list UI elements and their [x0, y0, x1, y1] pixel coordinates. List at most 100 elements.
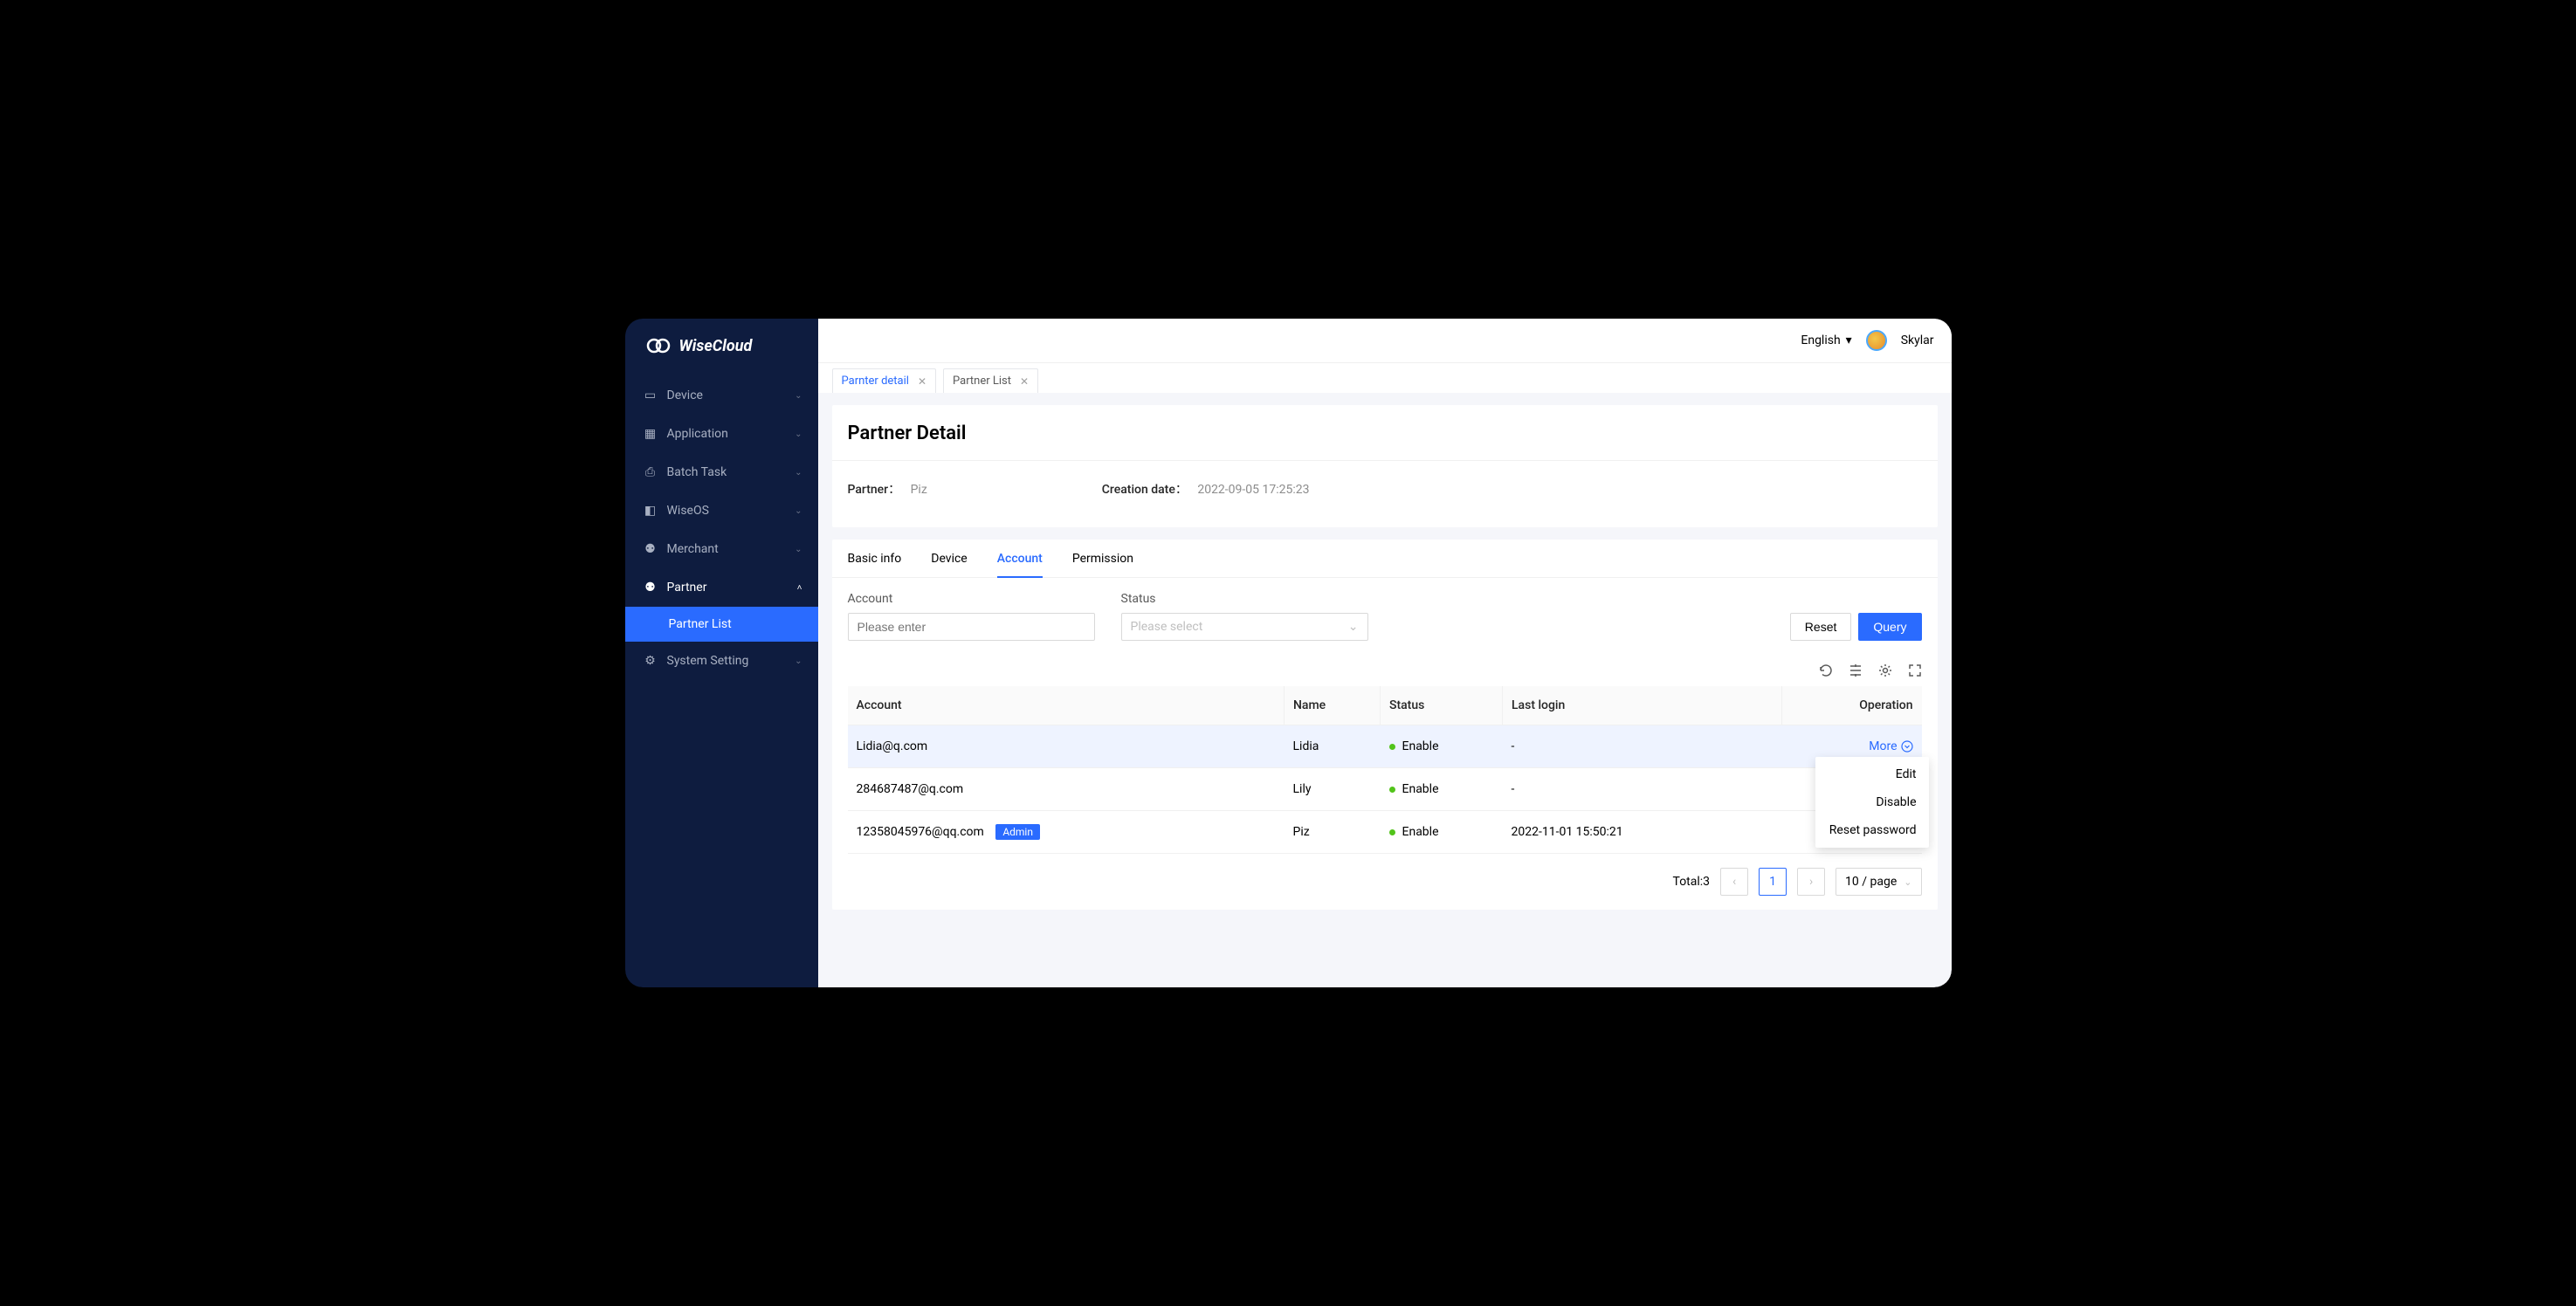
- account-input[interactable]: [848, 613, 1095, 641]
- task-icon: ⎙: [644, 466, 657, 478]
- table-row: 284687487@q.com Lily Enable -: [848, 768, 1922, 811]
- account-filter-label: Account: [848, 592, 1095, 606]
- detail-tab-account[interactable]: Account: [997, 552, 1043, 578]
- nav: ▭ Device ⌄ ▦ Application ⌄ ⎙ Batch Task …: [625, 371, 818, 987]
- cell-operation: [1782, 811, 1922, 854]
- gear-icon: ⚙: [644, 655, 657, 667]
- next-page-button[interactable]: ›: [1797, 868, 1825, 896]
- th-status: Status: [1381, 686, 1503, 725]
- language-selector[interactable]: English ▾: [1801, 333, 1851, 347]
- language-label: English: [1801, 333, 1840, 347]
- chevron-down-icon: ⌄: [795, 430, 802, 439]
- query-button[interactable]: Query: [1858, 613, 1921, 641]
- status-dot-icon: [1389, 829, 1395, 835]
- prev-page-button[interactable]: ‹: [1720, 868, 1748, 896]
- partner-value: Piz: [911, 483, 927, 497]
- status-dot-icon: [1389, 744, 1395, 750]
- table-row: Lidia@q.com Lidia Enable - More Edit: [848, 725, 1922, 768]
- card-body: Basic info Device Account Permission Acc…: [832, 540, 1938, 910]
- cell-lastlogin: -: [1503, 725, 1782, 768]
- sidebar-item-systemsetting[interactable]: ⚙ System Setting ⌄: [625, 642, 818, 680]
- detail-tab-basicinfo[interactable]: Basic info: [848, 552, 902, 577]
- gear-icon[interactable]: [1878, 663, 1892, 677]
- chevron-down-icon: ⌄: [795, 506, 802, 516]
- detail-tab-permission[interactable]: Permission: [1072, 552, 1133, 577]
- fullscreen-icon[interactable]: [1908, 663, 1922, 677]
- chevron-down-icon: ⌄: [1348, 620, 1359, 634]
- cell-account: 284687487@q.com: [848, 768, 1285, 811]
- table-row: 12358045976@qq.com Admin Piz Enable 2022…: [848, 811, 1922, 854]
- cell-name: Piz: [1285, 811, 1381, 854]
- admin-badge: Admin: [995, 824, 1040, 840]
- tab-label: Partner List: [953, 375, 1011, 388]
- info-row: Partner： Piz Creation date： 2022-09-05 1…: [832, 461, 1938, 527]
- page-1-button[interactable]: 1: [1759, 868, 1787, 896]
- tab-label: Parnter detail: [842, 375, 909, 388]
- more-link[interactable]: More: [1869, 739, 1912, 753]
- filter-row: Account Status Please select ⌄ Reset Que…: [832, 578, 1938, 655]
- sidebar: WiseCloud ▭ Device ⌄ ▦ Application ⌄ ⎙ B…: [625, 319, 818, 987]
- sidebar-item-application[interactable]: ▦ Application ⌄: [625, 415, 818, 453]
- device-icon: ▭: [644, 389, 657, 402]
- circle-down-icon: [1901, 740, 1913, 753]
- creation-label: Creation date：: [1102, 483, 1188, 497]
- viewtabs: Parnter detail ✕ Partner List ✕: [818, 362, 1952, 393]
- sidebar-item-label: Application: [667, 427, 728, 441]
- cell-status: Enable: [1381, 725, 1503, 768]
- chevron-down-icon: ⌄: [1904, 876, 1911, 888]
- sidebar-item-label: WiseOS: [667, 504, 709, 518]
- status-filter-label: Status: [1121, 592, 1368, 606]
- sidebar-item-batchtask[interactable]: ⎙ Batch Task ⌄: [625, 453, 818, 491]
- sidebar-item-label: Merchant: [667, 542, 719, 556]
- pagination: Total:3 ‹ 1 › 10 / page ⌄: [832, 854, 1938, 910]
- topbar: English ▾ Skylar: [818, 319, 1952, 362]
- cell-lastlogin: -: [1503, 768, 1782, 811]
- sidebar-item-partner[interactable]: ⚉ Partner ˄: [625, 568, 818, 607]
- chevron-down-icon: ⌄: [795, 468, 802, 478]
- logo-text: WiseCloud: [679, 337, 753, 355]
- detail-tab-device[interactable]: Device: [931, 552, 967, 577]
- accounts-table: Account Name Status Last login Operation…: [848, 686, 1922, 854]
- cell-operation: [1782, 768, 1922, 811]
- detail-tabs: Basic info Device Account Permission: [832, 540, 1938, 578]
- reset-button[interactable]: Reset: [1790, 613, 1852, 641]
- content: Partner Detail Partner： Piz Creation dat…: [818, 393, 1952, 987]
- avatar[interactable]: [1866, 330, 1887, 351]
- cell-lastlogin: 2022-11-01 15:50:21: [1503, 811, 1782, 854]
- tab-partner-detail[interactable]: Parnter detail ✕: [832, 368, 937, 393]
- page-title: Partner Detail: [832, 405, 1938, 461]
- sidebar-item-device[interactable]: ▭ Device ⌄: [625, 376, 818, 415]
- cell-status: Enable: [1381, 811, 1503, 854]
- sidebar-item-label: System Setting: [667, 654, 749, 668]
- os-icon: ◧: [644, 505, 657, 517]
- chevron-up-icon: ˄: [797, 583, 802, 593]
- sidebar-item-label: Device: [667, 388, 703, 402]
- logo: WiseCloud: [625, 319, 818, 371]
- chevron-down-icon: ⌄: [795, 656, 802, 666]
- total-label: Total:3: [1673, 875, 1711, 889]
- table-toolbar: [832, 655, 1938, 686]
- sidebar-item-wiseos[interactable]: ◧ WiseOS ⌄: [625, 491, 818, 530]
- th-lastlogin: Last login: [1503, 686, 1782, 725]
- main: English ▾ Skylar Parnter detail ✕ Partne…: [818, 319, 1952, 987]
- status-dot-icon: [1389, 787, 1395, 793]
- creation-value: 2022-09-05 17:25:23: [1197, 483, 1309, 497]
- cell-operation: More Edit Disable Reset password: [1782, 725, 1922, 768]
- apps-icon: ▦: [644, 428, 657, 440]
- sidebar-item-label: Batch Task: [667, 465, 727, 479]
- caret-down-icon: ▾: [1846, 333, 1852, 347]
- close-icon[interactable]: ✕: [1020, 375, 1029, 388]
- cell-name: Lidia: [1285, 725, 1381, 768]
- status-select[interactable]: Please select ⌄: [1121, 613, 1368, 641]
- page-size-select[interactable]: 10 / page ⌄: [1836, 868, 1921, 896]
- sidebar-subitem-label: Partner List: [669, 617, 732, 631]
- tab-partner-list[interactable]: Partner List ✕: [943, 368, 1038, 393]
- sidebar-item-merchant[interactable]: ⚉ Merchant ⌄: [625, 530, 818, 568]
- density-icon[interactable]: [1849, 663, 1863, 677]
- refresh-icon[interactable]: [1819, 663, 1833, 677]
- sidebar-subitem-partnerlist[interactable]: Partner List: [625, 607, 818, 642]
- sidebar-item-label: Partner: [667, 581, 707, 595]
- card-header: Partner Detail Partner： Piz Creation dat…: [832, 405, 1938, 527]
- status-placeholder: Please select: [1131, 620, 1203, 634]
- close-icon[interactable]: ✕: [918, 375, 926, 388]
